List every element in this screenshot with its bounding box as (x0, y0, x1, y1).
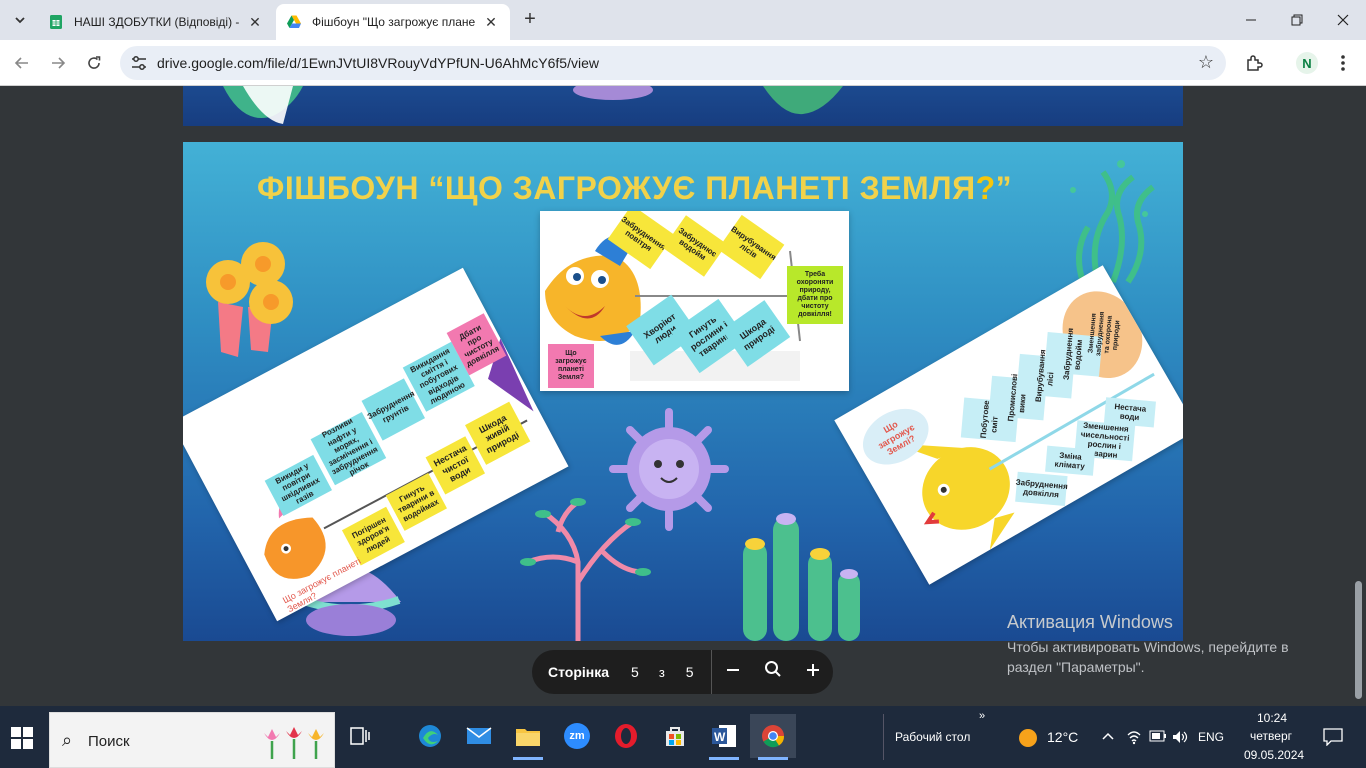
store-icon[interactable] (652, 714, 698, 758)
battery-icon[interactable] (1149, 730, 1167, 745)
restore-button[interactable] (1274, 0, 1320, 40)
vertical-scrollbar[interactable] (1352, 86, 1364, 706)
windows-start-icon[interactable] (10, 726, 34, 750)
close-tab-icon[interactable]: ✕ (246, 14, 264, 31)
fishbone-card-center: Забруднення повітря Забруднює водойм Вир… (540, 211, 849, 391)
total-pages: 5 (685, 664, 694, 680)
sticky-note: Забруднення довкілля (1015, 471, 1068, 507)
coral-decoration-icon (223, 86, 843, 124)
back-button[interactable] (9, 50, 35, 76)
show-hidden-icons-icon[interactable] (1100, 728, 1116, 747)
overflow-chevron-icon[interactable]: » (979, 710, 985, 722)
green-coral-icon (743, 513, 860, 641)
activation-message: Чтобы активировать Windows, перейдите в … (1007, 639, 1289, 675)
clock-time[interactable]: 10:24 (1257, 711, 1287, 725)
active-indicator (513, 757, 543, 760)
opera-icon[interactable] (603, 714, 649, 758)
sticky-note: Зменшення забруднення та охорона природи (1087, 311, 1122, 357)
scrollbar-thumb[interactable] (1355, 581, 1362, 699)
flower-icon (206, 242, 293, 357)
address-bar[interactable]: drive.google.com/file/d/1EwnJVtUI8VRouyV… (120, 46, 1226, 80)
bookmark-star-icon[interactable]: ☆ (1198, 52, 1214, 73)
slide-page: ФІШБОУН “ЩО ЗАГРОЖУЄ ПЛАНЕТІ ЗЕМЛЯ?” Вик… (183, 142, 1183, 641)
zoom-out-button[interactable] (714, 661, 754, 684)
svg-text:W: W (714, 730, 726, 744)
wifi-icon[interactable] (1126, 729, 1142, 748)
close-tab-icon[interactable]: ✕ (482, 14, 500, 31)
extensions-icon[interactable] (1241, 50, 1267, 76)
word-icon[interactable]: W (701, 714, 747, 760)
tab-drive[interactable]: Фішбоун "Що загрожує плане ✕ (276, 4, 510, 40)
page-navigation-bar: Сторінка 5 з 5 (532, 650, 833, 694)
browser-menu-button[interactable] (1330, 50, 1356, 76)
close-window-button[interactable] (1320, 0, 1366, 40)
active-indicator (758, 757, 788, 760)
weather-icon[interactable] (1018, 728, 1038, 751)
tab-search-button[interactable] (8, 8, 32, 32)
clock-date[interactable]: 09.05.2024 (1244, 748, 1304, 762)
minimize-button[interactable] (1228, 0, 1274, 40)
sticky-note: Треба охороняти природу, дбати про чисто… (787, 266, 843, 324)
clock-weekday[interactable]: четверг (1250, 729, 1292, 743)
mail-icon[interactable] (456, 714, 502, 758)
tab-sheets[interactable]: НАШІ ЗДОБУТКИ (Відповіді) - ✕ (38, 4, 274, 40)
google-sheets-icon (50, 15, 62, 29)
desktop-toolbar-label[interactable]: Рабочий стол (895, 730, 970, 744)
chrome-icon[interactable] (750, 714, 796, 760)
new-tab-button[interactable]: + (518, 8, 542, 32)
profile-initial: N (1296, 52, 1318, 74)
activation-title: Активация Windows (1007, 612, 1173, 632)
google-drive-icon (287, 15, 301, 28)
browser-toolbar: drive.google.com/file/d/1EwnJVtUI8VRouyV… (0, 40, 1366, 86)
notifications-icon[interactable] (1323, 728, 1343, 749)
tab-title: НАШІ ЗДОБУТКИ (Відповіді) - (74, 15, 240, 29)
site-settings-icon[interactable] (130, 54, 148, 72)
previous-page-bottom (183, 86, 1183, 126)
language-indicator[interactable]: ENG (1198, 730, 1224, 744)
file-explorer-icon[interactable] (505, 714, 551, 760)
divider (710, 650, 712, 694)
current-page-input[interactable]: 5 (631, 664, 639, 680)
search-icon: ⌕ (62, 730, 73, 750)
windows-activation-watermark: Активация Windows Чтобы активировать Win… (1007, 612, 1337, 677)
zoom-icon[interactable] (753, 660, 793, 684)
zoom-in-button[interactable] (793, 661, 833, 684)
sea-urchin-icon (609, 408, 729, 531)
sticky-note: Зміна клімату (1045, 445, 1096, 476)
tulips-icon (264, 727, 324, 759)
browser-tab-bar: НАШІ ЗДОБУТКИ (Відповіді) - ✕ Фішбоун "Щ… (0, 0, 1366, 40)
active-indicator (709, 757, 739, 760)
volume-icon[interactable] (1171, 729, 1189, 748)
temperature-text[interactable]: 12°C (1047, 729, 1078, 745)
task-view-icon[interactable] (337, 714, 383, 758)
sticky-note: Що загрожує планеті Земля? (548, 344, 594, 388)
zoom-app-icon[interactable]: zm (554, 714, 600, 758)
page-label: Сторінка (548, 664, 610, 680)
url-text[interactable]: drive.google.com/file/d/1EwnJVtUI8VRouyV… (157, 55, 599, 71)
windows-taskbar: ⌕ Поиск zm W » Рабочий стол 12°C ENG 10:… (0, 706, 1366, 768)
search-placeholder: Поиск (88, 733, 130, 750)
page-of-label: з (658, 664, 665, 680)
edge-icon[interactable] (407, 714, 453, 758)
reload-button[interactable] (81, 50, 107, 76)
taskbar-search-box[interactable]: ⌕ Поиск (49, 712, 335, 768)
seaweed-icon (1076, 170, 1155, 284)
profile-avatar[interactable]: N (1294, 50, 1320, 76)
forward-button[interactable] (45, 50, 71, 76)
tab-title: Фішбоун "Що загрожує плане (312, 15, 476, 29)
